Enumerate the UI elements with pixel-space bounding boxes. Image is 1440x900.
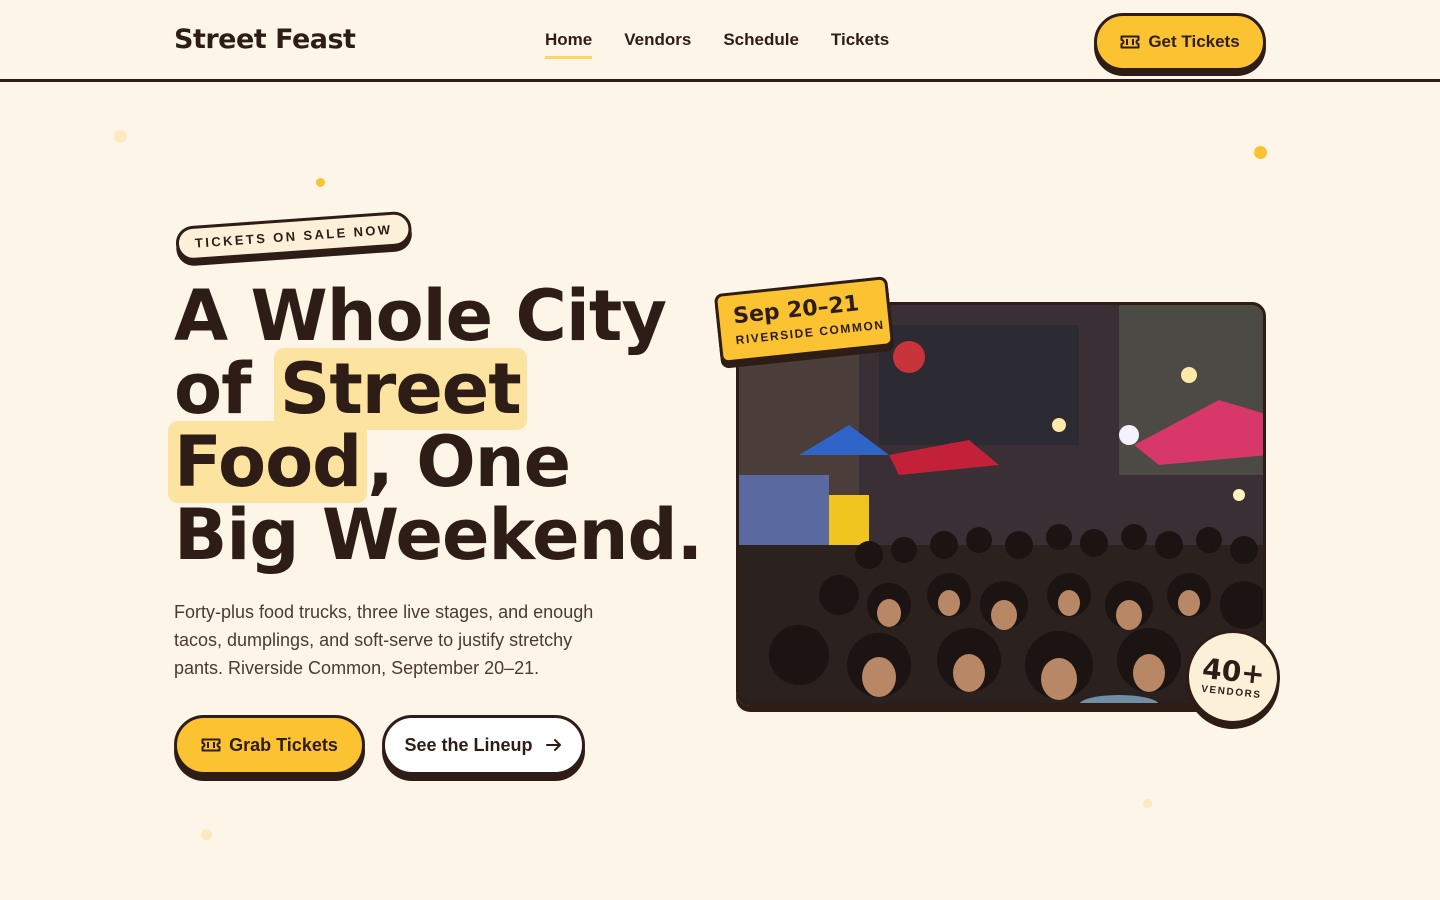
see-lineup-button[interactable]: See the Lineup — [382, 715, 585, 775]
decor-dot — [201, 829, 212, 840]
grab-tickets-button[interactable]: Grab Tickets — [174, 715, 365, 775]
get-tickets-label: Get Tickets — [1148, 32, 1240, 51]
ticket-icon — [1120, 35, 1140, 49]
headline-line: Big Weekend. — [174, 494, 703, 576]
headline-line: A Whole City — [174, 275, 667, 357]
headline-text: , One — [367, 421, 571, 503]
nav-schedule[interactable]: Schedule — [723, 30, 799, 59]
grab-tickets-label: Grab Tickets — [229, 734, 338, 755]
decor-dot — [1143, 799, 1152, 808]
hero-description: Forty-plus food trucks, three live stage… — [174, 602, 594, 678]
sale-badge: TICKETS ON SALE NOW — [174, 210, 413, 262]
ticket-icon — [201, 738, 221, 752]
nav-tickets[interactable]: Tickets — [831, 30, 889, 59]
main-nav: Home Vendors Schedule Tickets — [545, 30, 889, 59]
headline-text: of — [174, 348, 274, 430]
nav-vendors[interactable]: Vendors — [624, 30, 691, 59]
decor-dot — [1254, 146, 1267, 159]
site-header: Street Feast Home Vendors Schedule Ticke… — [0, 0, 1440, 82]
headline-highlight: Food — [168, 421, 368, 503]
decor-dot — [114, 130, 127, 143]
nav-home[interactable]: Home — [545, 30, 593, 59]
hero-headline: A Whole City of Street Food, One Big Wee… — [168, 280, 734, 572]
get-tickets-button[interactable]: Get Tickets — [1094, 13, 1266, 71]
site-logo[interactable]: Street Feast — [174, 24, 356, 55]
see-lineup-label: See the Lineup — [404, 734, 533, 755]
decor-dot — [316, 178, 325, 187]
crowded-night-market-photo — [736, 302, 1266, 706]
headline-highlight: Street — [273, 348, 527, 430]
arrow-right-icon — [545, 739, 561, 751]
